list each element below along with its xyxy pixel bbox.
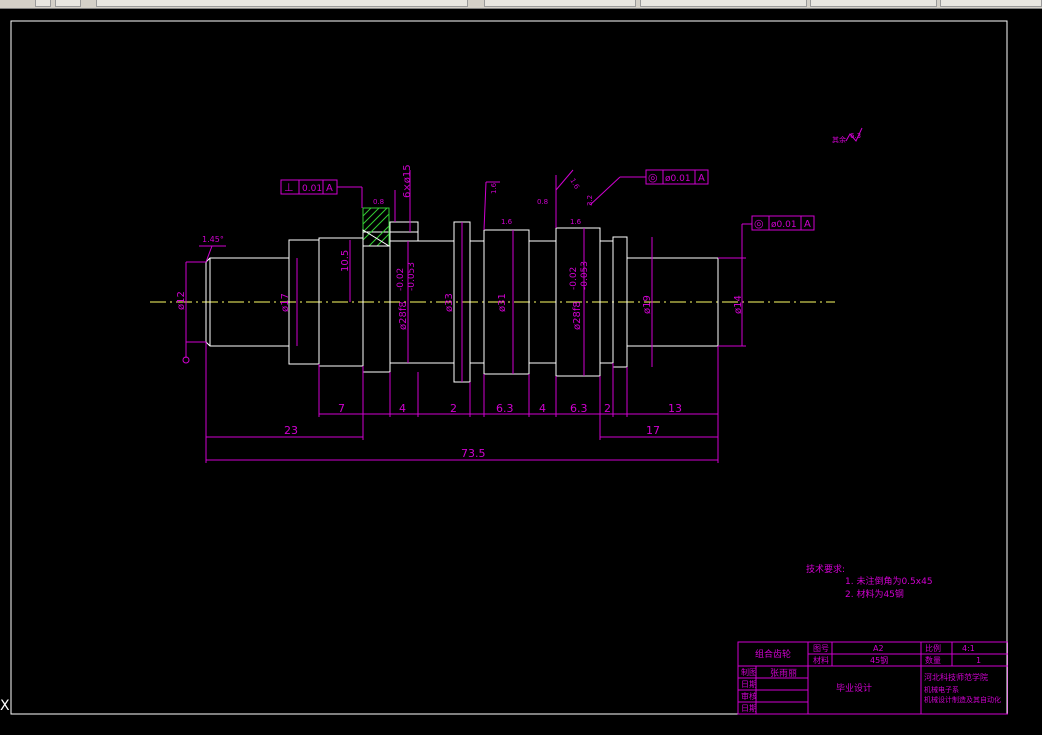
cad-toolbar	[0, 0, 1042, 9]
value-designer: 张雨丽	[770, 668, 797, 679]
layer-dropdown[interactable]	[96, 0, 468, 7]
dim-17: 17	[646, 424, 660, 437]
dim-total: 73.5	[461, 447, 486, 460]
value-qty: 1	[976, 656, 981, 665]
tol-left-upper: -0.02	[396, 268, 406, 291]
part-name: 组合齿轮	[755, 648, 791, 660]
drawing-canvas[interactable]: 23 73.5 17 7 4 2 6.3 4 6.3 2 13 1.45° ø1…	[0, 9, 1042, 731]
rough-16a: 1.6	[501, 218, 513, 226]
dim-63a: 6.3	[496, 402, 514, 415]
rough-16c: 1.6	[490, 182, 498, 194]
dim-keyway-depth: 10.5	[340, 250, 351, 272]
notes-line2: 2. 材料为45钢	[845, 588, 904, 600]
rough-16d: 1.6	[568, 177, 581, 191]
dim-d19: ø19	[642, 295, 653, 314]
rough-08a: 0.8	[373, 198, 384, 206]
dim-d14: ø14	[733, 295, 744, 314]
school-line1: 河北科技师范学院	[924, 672, 988, 682]
value-material: 45钢	[870, 655, 888, 665]
notes-title: 技术要求:	[806, 563, 845, 575]
dim-d28f8-left: ø28f8	[398, 301, 409, 330]
value-scale: 4:1	[962, 644, 975, 653]
dim-23: 23	[284, 424, 298, 437]
value-drawing-no: A2	[873, 644, 884, 653]
dim-13: 13	[668, 402, 682, 415]
dim-4b: 4	[539, 402, 546, 415]
dim-d12: ø12	[176, 291, 187, 310]
label-material: 材料	[813, 655, 829, 665]
dim-keyway: 6×ø15	[402, 164, 413, 198]
ucs-icon: X	[0, 698, 10, 714]
tol-left-lower: -0.053	[407, 262, 417, 291]
rough-08b: 0.8	[537, 198, 548, 206]
sheet-border	[10, 20, 1008, 715]
tol1-symbol: ⊥	[284, 181, 294, 194]
label-drawing-no: 图号	[813, 644, 829, 653]
dimension-lines	[182, 169, 752, 463]
tol3-value: ø0.01	[771, 220, 797, 230]
dim-7: 7	[338, 402, 345, 415]
tol2-symbol: ◎	[648, 171, 658, 184]
grid-icon[interactable]	[55, 0, 81, 7]
roughness-note: 其余	[832, 135, 846, 144]
label-check: 审核	[741, 691, 757, 701]
tol2-datum: A	[698, 173, 705, 184]
dim-d28f8-right: ø28f8	[572, 301, 583, 330]
keyway-section	[362, 207, 390, 247]
dim-d31: ø31	[497, 293, 508, 312]
rough-32: 3.2	[586, 195, 594, 206]
dim-2b: 2	[604, 402, 611, 415]
label-date2: 日期	[741, 704, 757, 713]
technical-notes: 技术要求: 1. 未注倒角为0.5x45 2. 材料为45钢	[806, 563, 933, 600]
viewport-edge	[1008, 9, 1042, 731]
properties-dropdown[interactable]	[484, 0, 636, 7]
tol1-datum: A	[326, 183, 333, 194]
label-date1: 日期	[741, 680, 757, 689]
project-name: 毕业设计	[836, 682, 872, 694]
label-scale: 比例	[925, 643, 941, 653]
tol-right-lower: -0.053	[580, 261, 590, 290]
dim-2a: 2	[450, 402, 457, 415]
tol3-symbol: ◎	[754, 217, 764, 230]
dimension-text: 23 73.5 17 7 4 2 6.3 4 6.3 2 13 1.45° ø1…	[176, 132, 861, 460]
school-line3: 机械设计制造及其自动化	[924, 695, 1001, 704]
tol3-datum: A	[804, 219, 811, 230]
notes-line1: 1. 未注倒角为0.5x45	[845, 575, 933, 587]
tol1-value: 0.01	[302, 184, 322, 194]
label-qty: 数量	[925, 655, 941, 665]
dim-d17: ø17	[280, 293, 291, 312]
dim-63b: 6.3	[570, 402, 588, 415]
linetype-dropdown[interactable]	[640, 0, 807, 7]
dim-4a: 4	[399, 402, 406, 415]
color-dropdown[interactable]	[940, 0, 1042, 7]
tol2-value: ø0.01	[665, 174, 691, 184]
drawing-svg: 23 73.5 17 7 4 2 6.3 4 6.3 2 13 1.45° ø1…	[10, 20, 1009, 715]
layers-icon[interactable]	[35, 0, 51, 7]
lineweight-dropdown[interactable]	[810, 0, 937, 7]
tol-right-upper: -0.02	[569, 267, 579, 290]
rough-16b: 1.6	[570, 218, 582, 226]
school-line2: 机械电子系	[924, 685, 959, 694]
dim-d33: ø33	[444, 293, 455, 312]
chamfer-label: 1.45°	[202, 235, 224, 244]
label-designer: 制图	[741, 667, 757, 677]
